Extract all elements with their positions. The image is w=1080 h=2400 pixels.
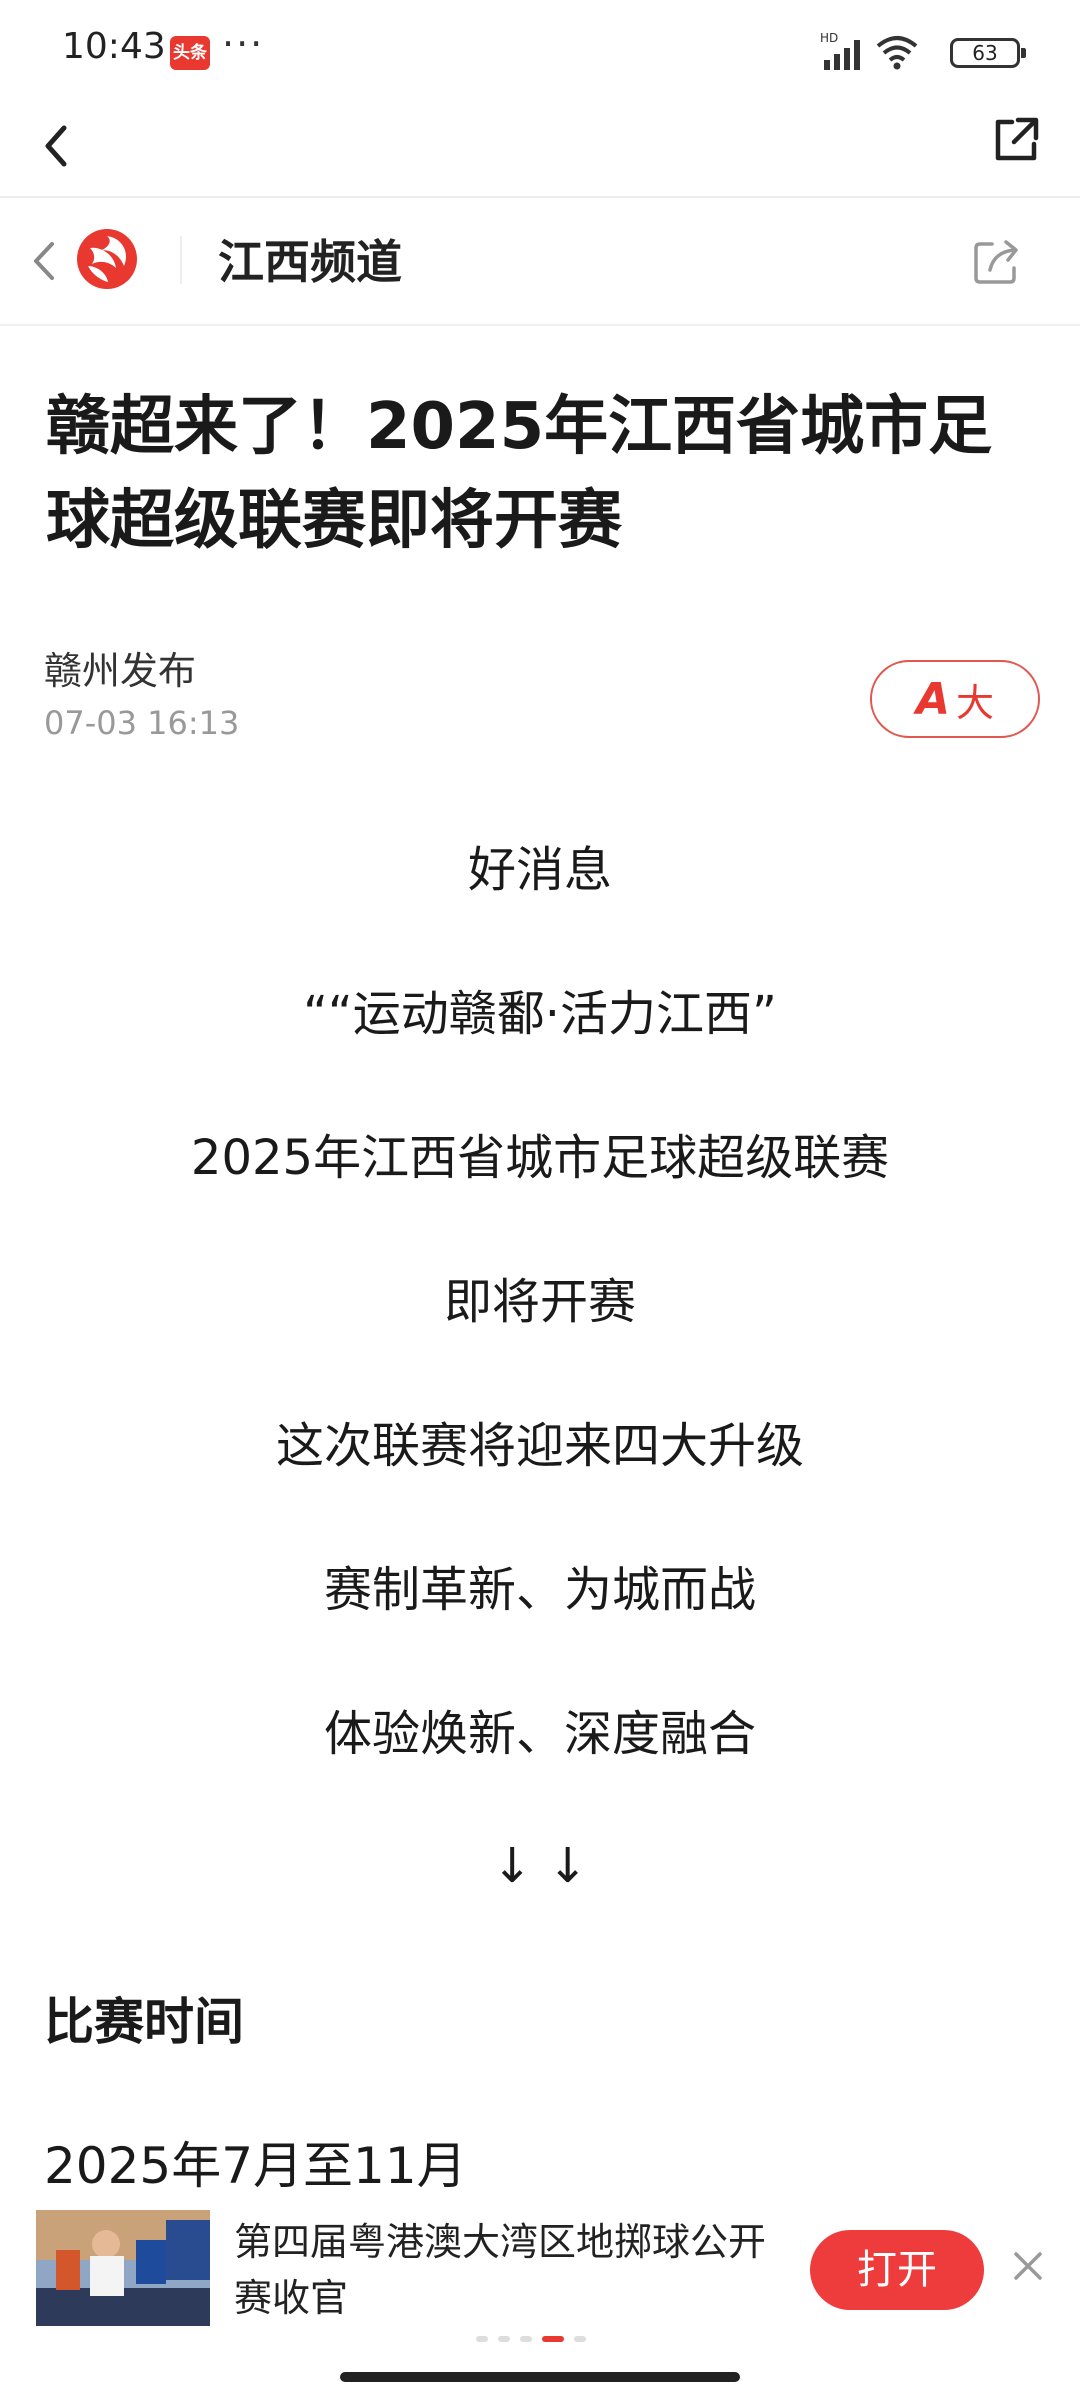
promo-thumbnail[interactable] bbox=[36, 2210, 210, 2326]
battery-icon: 63 bbox=[950, 38, 1026, 68]
carousel-dot bbox=[574, 2336, 586, 2342]
paragraph: 赛制革新、为城而战 bbox=[323, 1562, 756, 1618]
promo-title[interactable]: 第四届粤港澳大湾区地掷球公开赛收官 bbox=[234, 2214, 774, 2326]
publish-time: 07-03 16:13 bbox=[44, 704, 240, 742]
font-size-label: 大 bbox=[956, 680, 995, 725]
open-app-button[interactable]: 打开 bbox=[810, 2230, 984, 2310]
share-icon[interactable] bbox=[970, 234, 1024, 288]
down-arrows: ↓ ↓ bbox=[492, 1838, 588, 1894]
separator bbox=[180, 236, 182, 284]
carousel-dot bbox=[520, 2336, 532, 2342]
open-external-icon[interactable] bbox=[988, 112, 1044, 168]
signal-icon: HD bbox=[820, 31, 860, 70]
carousel-dot bbox=[476, 2336, 488, 2342]
channel-title[interactable]: 江西频道 bbox=[218, 226, 402, 292]
wifi-icon bbox=[876, 36, 918, 70]
paragraph: 这次联赛将迎来四大升级 bbox=[275, 1418, 804, 1474]
ifeng-logo-icon bbox=[77, 229, 137, 289]
paragraph: ““运动赣鄱·活力江西” bbox=[303, 986, 777, 1042]
font-size-icon: A bbox=[915, 673, 951, 725]
carousel-dot-active bbox=[542, 2336, 564, 2342]
section-heading: 比赛时间 bbox=[44, 1993, 244, 2051]
carousel-dot bbox=[498, 2336, 510, 2342]
channel-back-icon[interactable] bbox=[28, 236, 60, 286]
paragraph: 即将开赛 bbox=[443, 1274, 636, 1330]
top-nav bbox=[0, 100, 1080, 196]
carousel-indicator bbox=[470, 2336, 620, 2344]
paragraph: 好消息 bbox=[467, 842, 612, 898]
font-size-button[interactable]: A 大 bbox=[870, 660, 1040, 738]
status-bar: 10:43 头条 ··· HD 63 bbox=[0, 0, 1080, 100]
paragraph: 体验焕新、深度融合 bbox=[323, 1706, 756, 1762]
toutiao-app-icon: 头条 bbox=[170, 36, 210, 70]
status-icons: HD 63 bbox=[760, 30, 1026, 74]
battery-level: 63 bbox=[972, 41, 998, 65]
match-date: 2025年7月至11月 bbox=[44, 2137, 467, 2195]
home-indicator[interactable] bbox=[340, 2372, 740, 2382]
article-page: 10:43 头条 ··· HD 63 江西频道 赣超来了！2025年江西省城市足… bbox=[0, 0, 1080, 2400]
paragraph: 2025年江西省城市足球超级联赛 bbox=[190, 1130, 890, 1186]
promo-image bbox=[36, 2210, 210, 2326]
article-title: 赣超来了！2025年江西省城市足球超级联赛即将开赛 bbox=[46, 390, 993, 558]
back-arrow-icon[interactable] bbox=[36, 116, 76, 176]
channel-bar: 江西频道 bbox=[0, 198, 1080, 324]
close-icon[interactable] bbox=[1010, 2248, 1046, 2284]
status-time: 10:43 bbox=[62, 26, 166, 67]
recommendation-bar[interactable]: 第四届粤港澳大湾区地掷球公开赛收官 打开 bbox=[0, 2190, 1080, 2340]
divider bbox=[0, 324, 1080, 326]
hd-label: HD bbox=[820, 31, 838, 45]
more-notifications-icon: ··· bbox=[222, 22, 265, 66]
source-name[interactable]: 赣州发布 bbox=[44, 640, 196, 695]
